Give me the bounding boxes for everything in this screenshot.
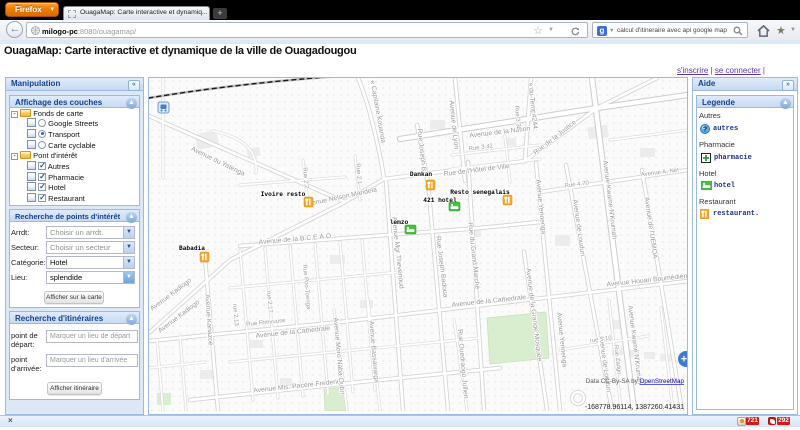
svg-text:Ivoire resto: Ivoire resto <box>261 191 306 198</box>
svg-text:Babadia: Babadia <box>179 245 205 252</box>
svg-text:+: + <box>681 354 687 366</box>
svg-text:?: ? <box>703 127 707 134</box>
svg-text:Resto senegalais: Resto senegalais <box>450 189 510 196</box>
svg-text:Dankan: Dankan <box>410 171 433 178</box>
svg-text:-168778.96114, 1387260.41431: -168778.96114, 1387260.41431 <box>585 404 684 411</box>
svg-text:Data CC-By-SA by OpenStreetMap: Data CC-By-SA by OpenStreetMap <box>586 378 685 385</box>
